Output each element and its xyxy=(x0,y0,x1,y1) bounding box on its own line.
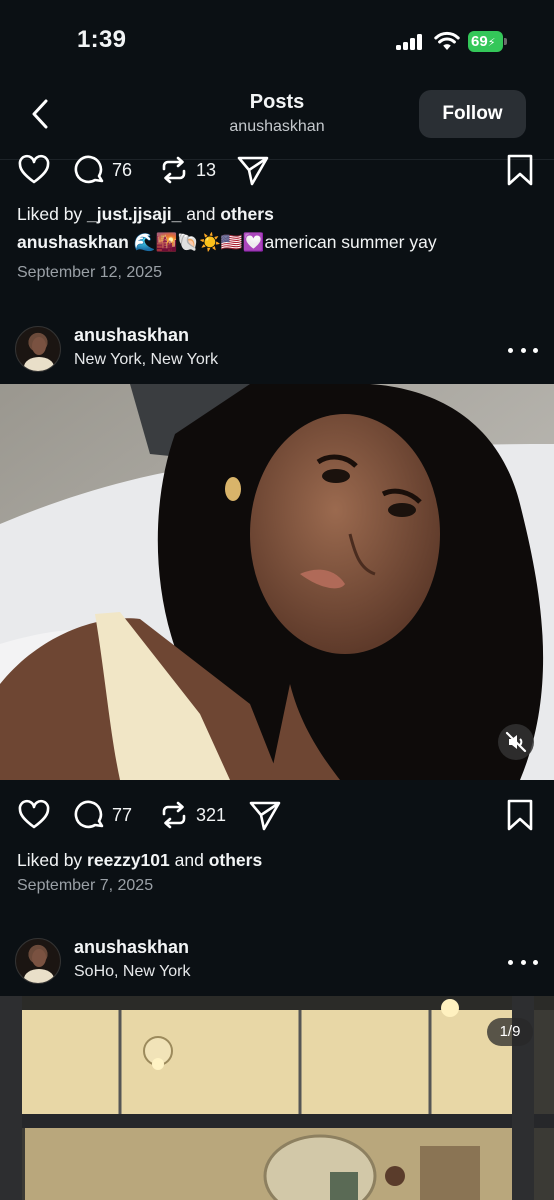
caption-username-link[interactable]: anushaskhan xyxy=(17,232,129,252)
repost-icon xyxy=(162,801,186,829)
avatar[interactable] xyxy=(15,938,61,984)
follow-button[interactable]: Follow xyxy=(419,90,526,138)
like-button[interactable] xyxy=(17,795,51,835)
liked-by-others-link[interactable]: others xyxy=(209,850,262,870)
post1-liked-by: Liked by _just.jjsaji_ and others xyxy=(17,204,274,224)
comment-icon xyxy=(74,800,104,829)
repost-count: 321 xyxy=(196,804,227,825)
wifi-icon xyxy=(434,31,460,50)
post-location[interactable]: New York, New York xyxy=(74,351,218,369)
battery-icon: 69⚡ xyxy=(468,31,508,52)
post1-date: September 12, 2025 xyxy=(17,264,162,281)
speaker-muted-icon xyxy=(505,731,527,753)
post1-action-row: 76 13 xyxy=(0,150,554,190)
status-bar: 1:39 69⚡ xyxy=(0,0,554,82)
caption-text: 🌊🌇🐚☀️🇺🇸💟american summer yay xyxy=(128,232,437,252)
post-username[interactable]: anushaskhan xyxy=(74,937,189,958)
save-button[interactable] xyxy=(505,150,535,190)
post-location[interactable]: SoHo, New York xyxy=(74,963,191,981)
avatar[interactable] xyxy=(15,326,61,372)
post2-liked-by: Liked by reezzy101 and others xyxy=(17,850,263,870)
bookmark-icon xyxy=(507,799,533,831)
post2-header: anushaskhan New York, New York xyxy=(0,324,554,380)
post2-date: September 7, 2025 xyxy=(17,877,154,894)
carousel-counter-badge: 1/9 xyxy=(487,1018,533,1046)
share-button[interactable] xyxy=(248,795,282,835)
portrait-photo xyxy=(0,384,554,780)
nav-bar: Posts anushaskhan Follow xyxy=(0,82,554,160)
cellular-signal-icon xyxy=(396,34,424,50)
restaurant-photo xyxy=(0,996,554,1200)
send-icon xyxy=(237,156,269,186)
repost-count: 13 xyxy=(196,159,217,180)
post2-action-row: 77 321 xyxy=(0,795,554,835)
repost-button[interactable]: 13 xyxy=(158,150,216,190)
post1-caption: anushaskhan 🌊🌇🐚☀️🇺🇸💟american summer yay xyxy=(17,232,437,253)
save-button[interactable] xyxy=(505,795,535,835)
battery-level: 69 xyxy=(471,33,488,50)
like-button[interactable] xyxy=(17,150,51,190)
repost-icon xyxy=(162,156,186,184)
comment-icon xyxy=(74,155,104,184)
post3-header: anushaskhan SoHo, New York xyxy=(0,936,554,992)
more-dots-icon[interactable] xyxy=(508,954,538,970)
comment-count: 76 xyxy=(112,159,133,180)
mute-toggle-button[interactable] xyxy=(498,724,534,760)
more-dots-icon[interactable] xyxy=(508,342,538,358)
heart-icon xyxy=(18,154,50,184)
comment-count: 77 xyxy=(112,804,133,825)
liked-by-user-link[interactable]: _just.jjsaji_ xyxy=(87,204,181,224)
post2-video[interactable] xyxy=(0,384,554,780)
comment-button[interactable]: 77 xyxy=(74,795,132,835)
liked-by-user-link[interactable]: reezzy101 xyxy=(87,850,170,870)
share-button[interactable] xyxy=(236,150,270,190)
post3-carousel-image[interactable]: 1/9 xyxy=(0,996,554,1200)
post-username[interactable]: anushaskhan xyxy=(74,325,189,346)
heart-icon xyxy=(18,799,50,829)
status-time: 1:39 xyxy=(77,26,127,53)
bookmark-icon xyxy=(507,154,533,186)
send-icon xyxy=(249,801,281,831)
repost-button[interactable]: 321 xyxy=(158,795,226,835)
liked-by-others-link[interactable]: others xyxy=(220,204,273,224)
comment-button[interactable]: 76 xyxy=(74,150,132,190)
